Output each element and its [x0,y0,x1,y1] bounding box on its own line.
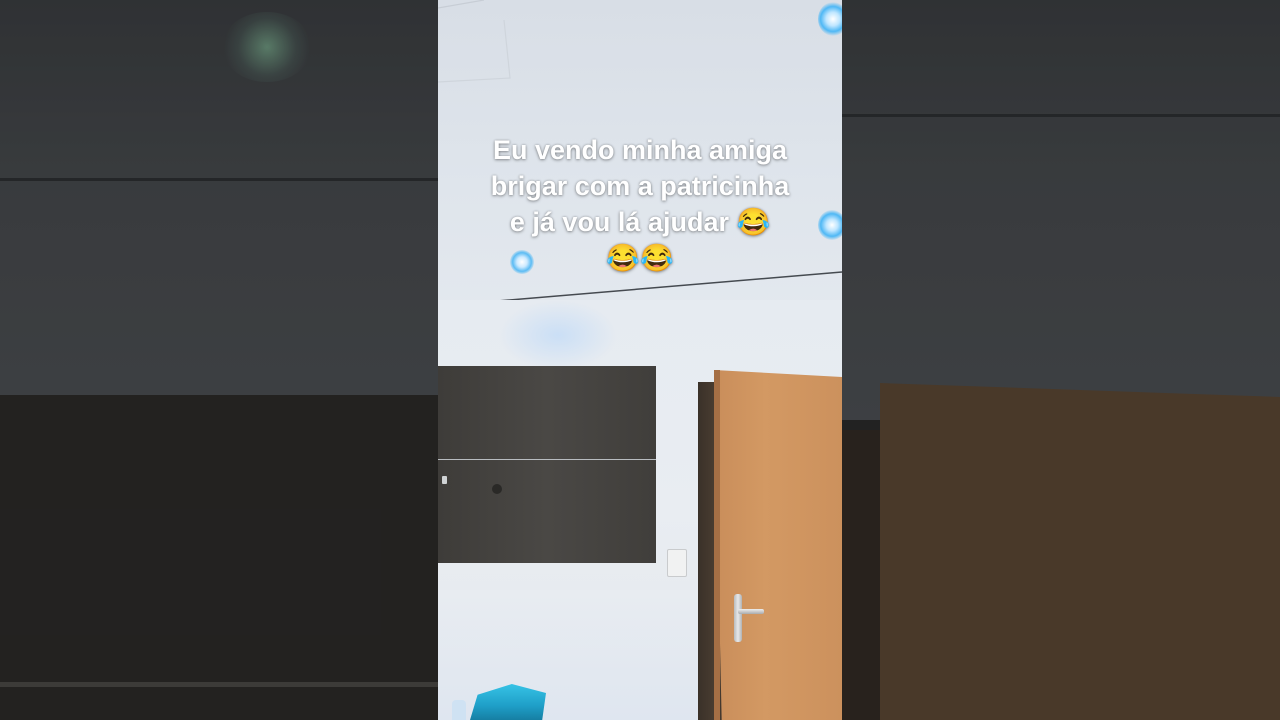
caption-line-2: brigar com a patricinha [490,171,790,201]
ceiling-light [818,2,842,36]
video-player: Eu vendo minha amiga brigar com a patric… [0,0,1280,720]
caption-line-3: e já vou lá ajudar 😂 [509,207,771,237]
caption-line-4: 😂😂 [606,243,674,273]
door-handle-plate [734,594,742,642]
bottle [452,700,466,720]
tv-wall-panel-top [438,366,656,462]
blurred-backdrop-right [842,0,1280,720]
tv-wall-panel-bottom [438,460,656,563]
wall-bracket [442,476,447,484]
video-caption: Eu vendo minha amiga brigar com a patric… [438,132,842,276]
backdrop-dim-overlay [842,0,1280,720]
backdrop-dim-overlay [0,0,438,720]
light-reflection [498,300,618,370]
door [714,370,842,720]
cable-hole [492,484,502,494]
light-switch [667,549,687,577]
door-handle-lever [738,609,764,614]
video-frame[interactable]: Eu vendo minha amiga brigar com a patric… [438,0,842,720]
blurred-backdrop-left [0,0,438,720]
ceiling-access-panel [438,0,511,83]
door-edge [714,370,720,720]
caption-line-1: Eu vendo minha amiga [492,135,788,165]
